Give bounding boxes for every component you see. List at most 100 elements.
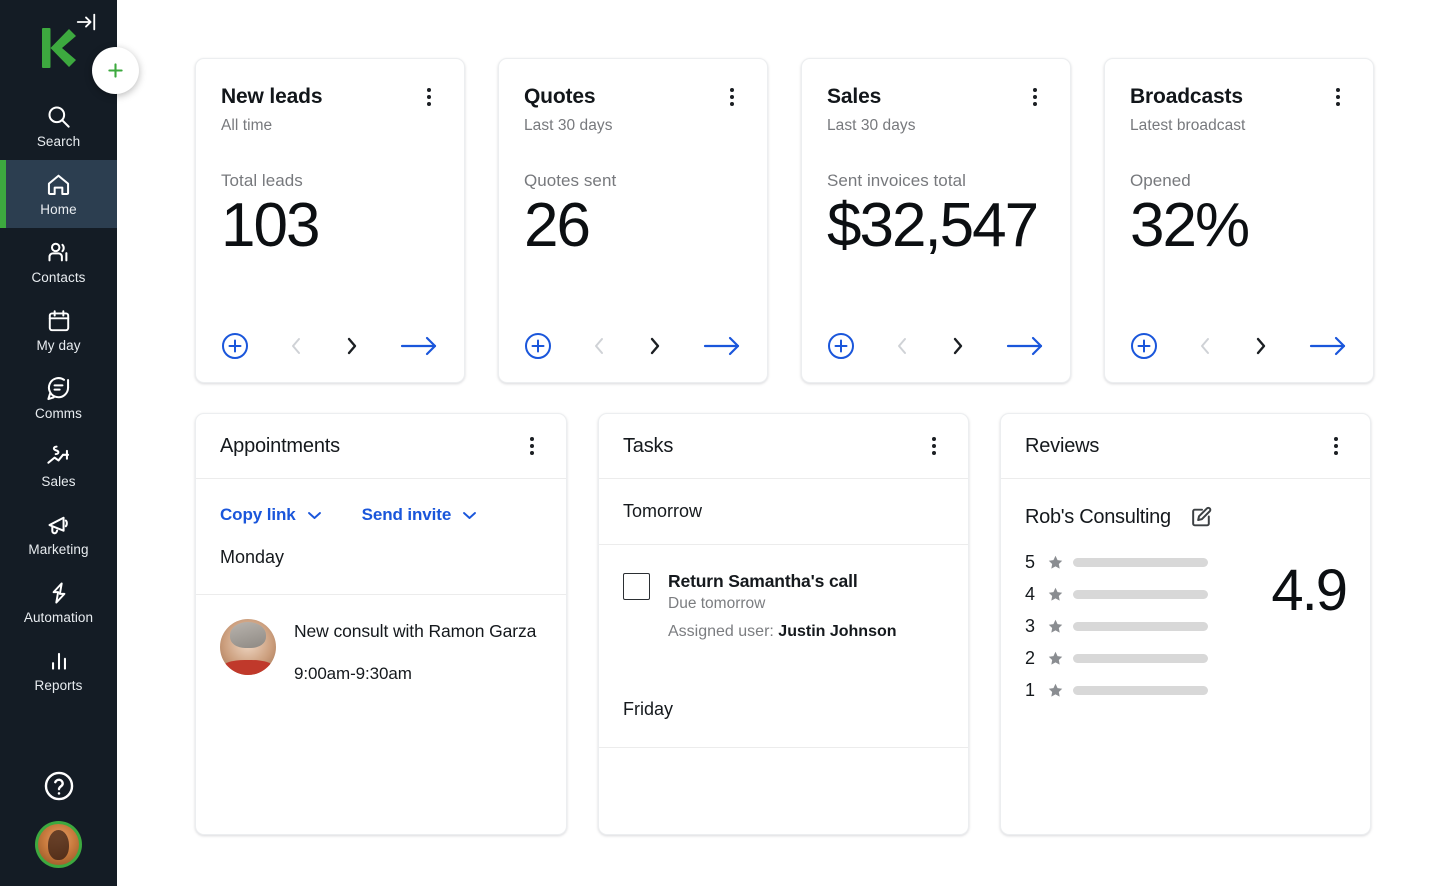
task-title: Return Samantha's call (668, 571, 897, 592)
sidebar-item-comms[interactable]: Comms (0, 364, 117, 432)
rating-stars-count: 2 (1025, 648, 1038, 669)
panel-menu-icon[interactable] (1326, 434, 1346, 458)
add-invoice-button[interactable] (827, 332, 855, 360)
prev-button[interactable] (286, 334, 306, 358)
panel-menu-icon[interactable] (522, 434, 542, 458)
rating-bar-row: 5 (1025, 552, 1265, 573)
sidebar-bottom (0, 769, 117, 886)
metric-value: 32% (1130, 193, 1348, 258)
lightning-icon (46, 579, 72, 606)
task-checkbox[interactable] (623, 573, 650, 600)
panel-menu-icon[interactable] (924, 434, 944, 458)
card-footer (1130, 332, 1348, 360)
appointment-title: New consult with Ramon Garza (294, 621, 536, 641)
appointment-time: 9:00am-9:30am (294, 664, 542, 684)
next-button[interactable] (645, 334, 665, 358)
add-lead-button[interactable] (221, 332, 249, 360)
sidebar-item-label: Contacts (31, 271, 85, 285)
card-subtitle: Last 30 days (827, 117, 916, 135)
next-button[interactable] (948, 334, 968, 358)
rating-bar-track (1073, 558, 1208, 567)
card-menu-icon[interactable] (419, 85, 439, 109)
rating-bar-row: 3 (1025, 616, 1265, 637)
metric-card-quotes: Quotes Last 30 days Quotes sent 26 (498, 58, 768, 383)
appointment-item[interactable]: New consult with Ramon Garza 9:00am-9:30… (196, 595, 566, 684)
chat-icon (45, 375, 72, 402)
rating-bar-track (1073, 622, 1208, 631)
card-footer (221, 332, 439, 360)
appointment-day-header: Monday (196, 547, 566, 595)
metric-label: Sent invoices total (827, 171, 1045, 191)
card-title-group: New leads All time (221, 85, 322, 135)
sidebar-item-marketing[interactable]: Marketing (0, 500, 117, 568)
sidebar-item-label: Search (37, 135, 80, 149)
sidebar-nav: Search Home (0, 92, 117, 704)
keap-logo[interactable] (38, 26, 80, 70)
card-header: New leads All time (221, 85, 439, 135)
star-icon (1047, 554, 1064, 571)
edit-icon[interactable] (1189, 505, 1214, 530)
help-circle-icon[interactable] (42, 769, 76, 803)
go-to-sales-button[interactable] (1005, 335, 1045, 357)
panels-row: Appointments Copy link (195, 413, 1384, 835)
copy-link-label: Copy link (220, 505, 296, 525)
sidebar: Search Home (0, 0, 117, 886)
star-icon (1047, 650, 1064, 667)
card-menu-icon[interactable] (722, 85, 742, 109)
task-section-header: Friday (599, 672, 968, 748)
panel-title: Reviews (1025, 435, 1099, 458)
go-to-leads-button[interactable] (399, 335, 439, 357)
tasks-empty-area (599, 748, 968, 834)
sidebar-item-sales[interactable]: Sales (0, 432, 117, 500)
sidebar-item-reports[interactable]: Reports (0, 636, 117, 704)
task-row[interactable]: Return Samantha's call Due tomorrow Assi… (599, 545, 968, 641)
calendar-icon (46, 307, 72, 334)
send-invite-button[interactable]: Send invite (362, 505, 478, 525)
task-assigned: Assigned user: Justin Johnson (668, 623, 897, 641)
add-quote-button[interactable] (524, 332, 552, 360)
sidebar-item-automation[interactable]: Automation (0, 568, 117, 636)
assigned-user: Justin Johnson (778, 623, 896, 640)
star-icon (1047, 586, 1064, 603)
sidebar-item-label: Automation (24, 611, 93, 625)
dashboard-main: New leads All time Total leads 103 (117, 0, 1438, 886)
prev-button[interactable] (1195, 334, 1215, 358)
add-broadcast-button[interactable] (1130, 332, 1158, 360)
card-menu-icon[interactable] (1025, 85, 1045, 109)
metric-card-new-leads: New leads All time Total leads 103 (195, 58, 465, 383)
go-to-broadcasts-button[interactable] (1308, 335, 1348, 357)
panel-header: Tasks (599, 414, 968, 479)
sidebar-item-contacts[interactable]: Contacts (0, 228, 117, 296)
quick-add-button[interactable] (92, 47, 139, 94)
card-title: New leads (221, 85, 322, 109)
panel-title: Tasks (623, 435, 673, 458)
metric-value: $32,547 (827, 193, 1045, 258)
sidebar-item-label: Comms (35, 407, 82, 421)
bar-chart-icon (46, 647, 72, 674)
average-rating: 4.9 (1271, 562, 1346, 620)
next-button[interactable] (342, 334, 362, 358)
panel-title: Appointments (220, 435, 340, 458)
prev-button[interactable] (892, 334, 912, 358)
sidebar-item-my-day[interactable]: My day (0, 296, 117, 364)
sidebar-item-home[interactable]: Home (0, 160, 117, 228)
card-menu-icon[interactable] (1328, 85, 1348, 109)
reviews-body: Rob's Consulting 5 (1001, 479, 1370, 701)
card-title-group: Sales Last 30 days (827, 85, 916, 135)
sidebar-item-search[interactable]: Search (0, 92, 117, 160)
copy-link-button[interactable]: Copy link (220, 505, 322, 525)
next-button[interactable] (1251, 334, 1271, 358)
card-title: Broadcasts (1130, 85, 1245, 109)
rating-bar-row: 1 (1025, 680, 1265, 701)
prev-button[interactable] (589, 334, 609, 358)
task-section-header: Tomorrow (599, 479, 968, 545)
card-title-group: Quotes Last 30 days (524, 85, 613, 135)
go-to-quotes-button[interactable] (702, 335, 742, 357)
card-title-group: Broadcasts Latest broadcast (1130, 85, 1245, 135)
app-root: Search Home (0, 0, 1438, 886)
avatar[interactable] (35, 821, 82, 868)
assigned-label: Assigned user: (668, 623, 774, 640)
card-subtitle: Last 30 days (524, 117, 613, 135)
rating-bar-row: 2 (1025, 648, 1265, 669)
rating-stars-count: 3 (1025, 616, 1038, 637)
